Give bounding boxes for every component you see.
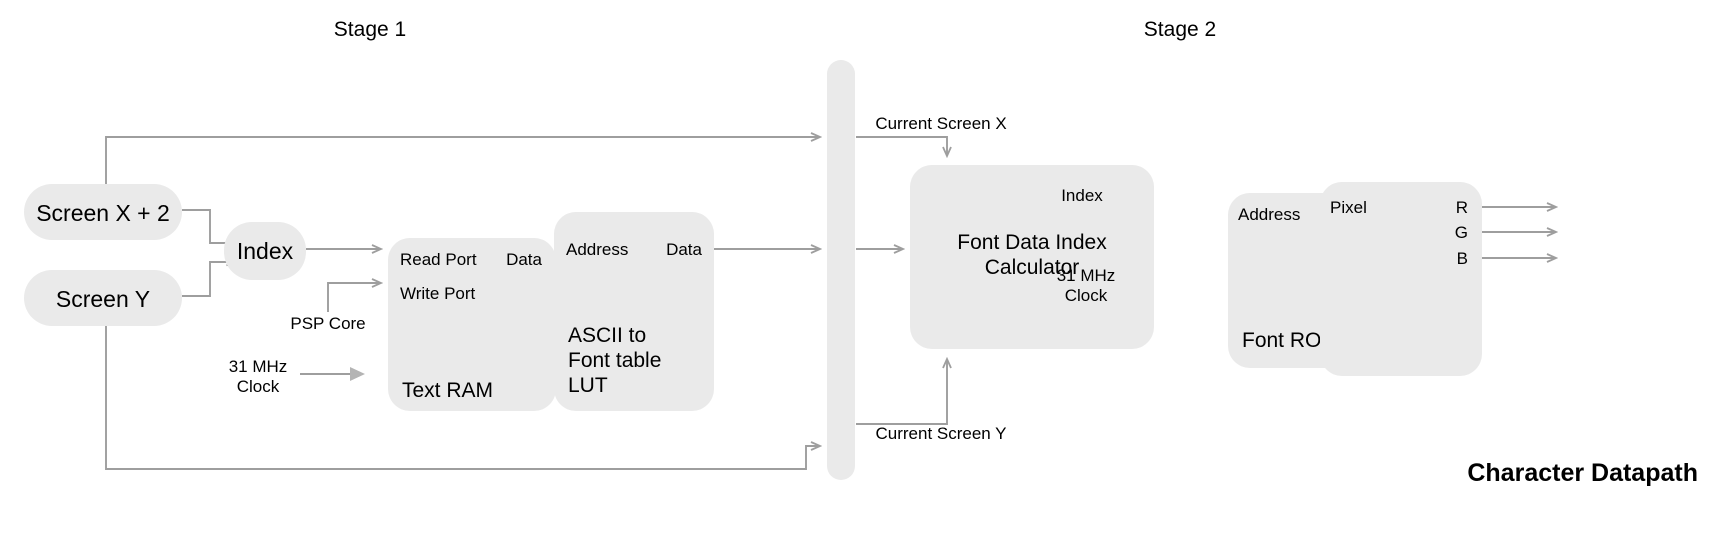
character-datapath-diagram: Stage 1 Stage 2 Screen X + 2 Screen Y In… [0, 0, 1714, 552]
wire-pspcore-to-writeport [327, 283, 381, 312]
block-ascii-font-lut-label: ASCII to Font table LUT [568, 324, 662, 397]
stage-2-label: Stage 2 [1143, 18, 1217, 41]
block-screen-y-label: Screen Y [55, 286, 151, 312]
current-screen-y-label: Current Screen Y [875, 424, 1007, 443]
clock-stage2-label: 31 MHz Clock [1056, 266, 1116, 306]
block-screen-y[interactable]: Screen Y [24, 270, 182, 326]
text-ram-data-port-label: Data [506, 250, 542, 269]
pixel-out-r-label: R [1455, 198, 1468, 217]
wire-register-currentscreeny [856, 359, 947, 425]
block-screen-x-plus-2[interactable]: Screen X + 2 [24, 184, 182, 240]
clock-stage1-label: 31 MHz Clock [228, 357, 288, 397]
block-text-ram[interactable]: Read Port Write Port Data Text RAM [388, 238, 556, 411]
block-pixel[interactable]: Pixel R G B [1320, 182, 1482, 376]
lut-data-port-label: Data [666, 240, 702, 259]
block-text-ram-label: Text RAM [402, 379, 494, 402]
index-out-label: Index [1061, 186, 1103, 205]
pixel-out-g-label: G [1454, 223, 1468, 242]
pixel-input-label: Pixel [1330, 198, 1367, 217]
block-index[interactable]: Index [224, 222, 306, 280]
block-ascii-font-lut[interactable]: Address Data ASCII to Font table LUT [554, 212, 714, 411]
pixel-out-b-label: B [1456, 249, 1468, 268]
wire-register-currentscreenx [856, 136, 947, 156]
block-screen-x-plus-2-label: Screen X + 2 [36, 200, 170, 226]
stage-1-label: Stage 1 [333, 18, 407, 41]
psp-core-label: PSP Core [290, 314, 366, 333]
wire-screenx-to-register [105, 137, 820, 184]
block-font-data-index-calculator[interactable]: Font Data Index Calculator [910, 165, 1154, 349]
current-screen-x-label: Current Screen X [875, 114, 1007, 133]
wire-screeny-to-index [182, 262, 234, 297]
text-ram-write-port-label: Write Port [400, 284, 476, 303]
diagram-title: Character Datapath [1467, 459, 1698, 487]
block-index-label: Index [236, 238, 294, 264]
